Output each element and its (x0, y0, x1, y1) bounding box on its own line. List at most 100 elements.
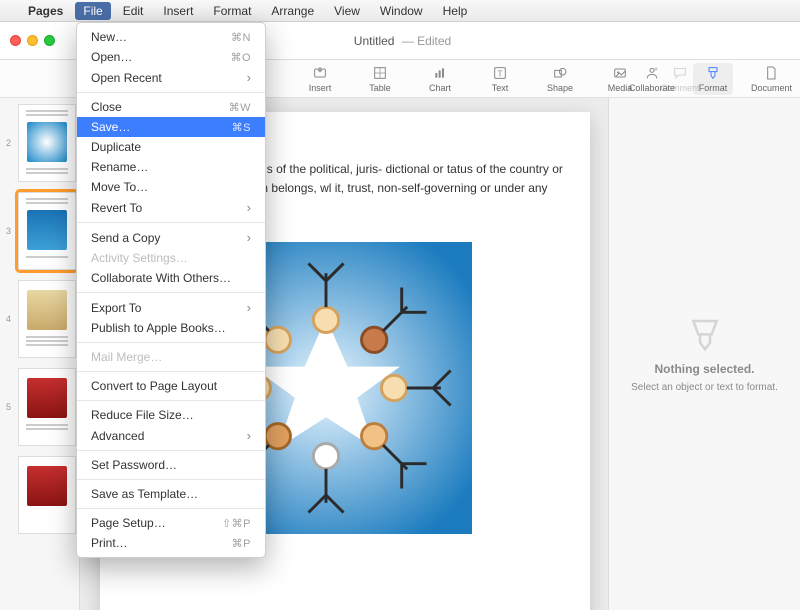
menu-item-label: Open… (91, 50, 132, 64)
menu-item-advanced[interactable]: Advanced (77, 425, 265, 446)
menu-item-rename[interactable]: Rename… (77, 157, 265, 177)
inspector-subtitle: Select an object or text to format. (631, 382, 778, 393)
toolbar-shape[interactable]: Shape (540, 65, 580, 93)
menu-app-pages[interactable]: Pages (20, 2, 71, 20)
comment-icon (672, 65, 688, 81)
menu-separator (77, 479, 265, 480)
menu-item-shortcut: ⌘W (229, 101, 251, 114)
menu-item-collaborate-with-others[interactable]: Collaborate With Others… (77, 268, 265, 288)
chevron-right-icon (247, 428, 251, 443)
toolbar-media[interactable]: Media (600, 65, 640, 93)
menu-item-label: Close (91, 100, 122, 114)
menu-insert[interactable]: Insert (155, 2, 201, 20)
menu-item-label: Mail Merge… (91, 350, 162, 364)
toolbar-text[interactable]: T Text (480, 65, 520, 93)
media-icon (612, 65, 628, 81)
menu-window[interactable]: Window (372, 2, 431, 20)
menu-item-label: Print… (91, 536, 128, 550)
page-thumbnail-3[interactable] (18, 192, 76, 270)
thumb-page-number: 3 (6, 226, 11, 236)
menu-item-reduce-file-size[interactable]: Reduce File Size… (77, 405, 265, 425)
menu-item-label: Save… (91, 120, 130, 134)
menu-item-label: Save as Template… (91, 487, 198, 501)
menu-item-send-a-copy[interactable]: Send a Copy (77, 227, 265, 248)
menu-item-close[interactable]: Close ⌘W (77, 97, 265, 117)
menu-item-print[interactable]: Print…⌘P (77, 533, 265, 553)
chevron-right-icon (247, 200, 251, 215)
menu-item-label: Activity Settings… (91, 251, 188, 265)
menu-item-label: Rename… (91, 160, 148, 174)
menu-edit[interactable]: Edit (115, 2, 152, 20)
format-inspector: Nothing selected. Select an object or te… (608, 98, 800, 610)
toolbar-comment[interactable]: Comment (660, 65, 700, 93)
menu-format[interactable]: Format (205, 2, 259, 20)
chevron-right-icon (247, 230, 251, 245)
menu-item-set-password[interactable]: Set Password… (77, 455, 265, 475)
menu-item-save[interactable]: Save… ⌘S (77, 117, 265, 137)
menu-item-label: Page Setup… (91, 516, 166, 530)
menu-item-shortcut: ⌘S (232, 121, 251, 134)
document-icon (763, 65, 779, 81)
page-thumbnail-4[interactable] (18, 280, 76, 358)
format-brush-icon (705, 65, 721, 81)
menu-item-label: Duplicate (91, 140, 141, 154)
menu-item-shortcut: ⇧⌘P (222, 517, 251, 530)
text-icon: T (492, 65, 508, 81)
chevron-right-icon (247, 70, 251, 85)
menu-item-new[interactable]: New… ⌘N (77, 27, 265, 47)
document-edited-label: Edited (417, 34, 451, 48)
menu-item-convert-to-page-layout[interactable]: Convert to Page Layout (77, 376, 265, 396)
menubar: Pages File Edit Insert Format Arrange Vi… (0, 0, 800, 22)
menu-item-label: Revert To (91, 201, 142, 215)
menu-item-move-to[interactable]: Move To… (77, 177, 265, 197)
thumb-page-number: 2 (6, 138, 11, 148)
menu-item-open-recent[interactable]: Open Recent (77, 67, 265, 88)
menu-separator (77, 292, 265, 293)
menu-item-page-setup[interactable]: Page Setup… ⇧⌘P (77, 513, 265, 533)
table-icon (372, 65, 388, 81)
toolbar-chart[interactable]: Chart (420, 65, 460, 93)
toolbar-document[interactable]: Document (751, 65, 792, 93)
menu-item-label: Export To (91, 301, 141, 315)
menu-item-save-as-template[interactable]: Save as Template… (77, 484, 265, 504)
menu-item-activity-settings: Activity Settings… (77, 248, 265, 268)
page-thumbnail-5[interactable] (18, 368, 76, 446)
inspector-title: Nothing selected. (654, 362, 754, 376)
menu-separator (77, 222, 265, 223)
insert-icon (312, 65, 328, 81)
menu-item-label: Open Recent (91, 71, 162, 85)
menu-item-mail-merge: Mail Merge… (77, 347, 265, 367)
minimize-window-button[interactable] (27, 35, 38, 46)
chart-icon (432, 65, 448, 81)
chevron-right-icon (247, 300, 251, 315)
menu-item-revert-to[interactable]: Revert To (77, 197, 265, 218)
menu-item-label: New… (91, 30, 127, 44)
close-window-button[interactable] (10, 35, 21, 46)
menu-item-open[interactable]: Open…⌘O (77, 47, 265, 67)
shape-icon (552, 65, 568, 81)
menu-file[interactable]: File (75, 2, 110, 20)
menu-arrange[interactable]: Arrange (263, 2, 322, 20)
svg-text:T: T (498, 69, 503, 78)
menu-view[interactable]: View (326, 2, 368, 20)
menu-item-duplicate[interactable]: Duplicate (77, 137, 265, 157)
menu-separator (77, 342, 265, 343)
menu-separator (77, 371, 265, 372)
fullscreen-window-button[interactable] (44, 35, 55, 46)
menu-item-label: Set Password… (91, 458, 177, 472)
menu-separator (77, 400, 265, 401)
menu-item-export-to[interactable]: Export To (77, 297, 265, 318)
toolbar-table[interactable]: Table (360, 65, 400, 93)
page-thumbnails-panel: 2 3 4 5 (0, 98, 80, 610)
menu-item-label: Reduce File Size… (91, 408, 194, 422)
page-thumbnail-6[interactable] (18, 456, 76, 534)
thumb-page-number: 5 (6, 402, 11, 412)
menu-separator (77, 92, 265, 93)
menu-item-shortcut: ⌘N (231, 31, 251, 44)
toolbar-insert[interactable]: Insert (300, 65, 340, 93)
menu-item-publish-to-apple-books[interactable]: Publish to Apple Books… (77, 318, 265, 338)
thumb-page-number: 4 (6, 314, 11, 324)
file-menu-dropdown: New… ⌘N Open…⌘O Open Recent Close ⌘W Save… ⌘S Du… (76, 22, 266, 558)
menu-help[interactable]: Help (435, 2, 476, 20)
page-thumbnail-2[interactable] (18, 104, 76, 182)
